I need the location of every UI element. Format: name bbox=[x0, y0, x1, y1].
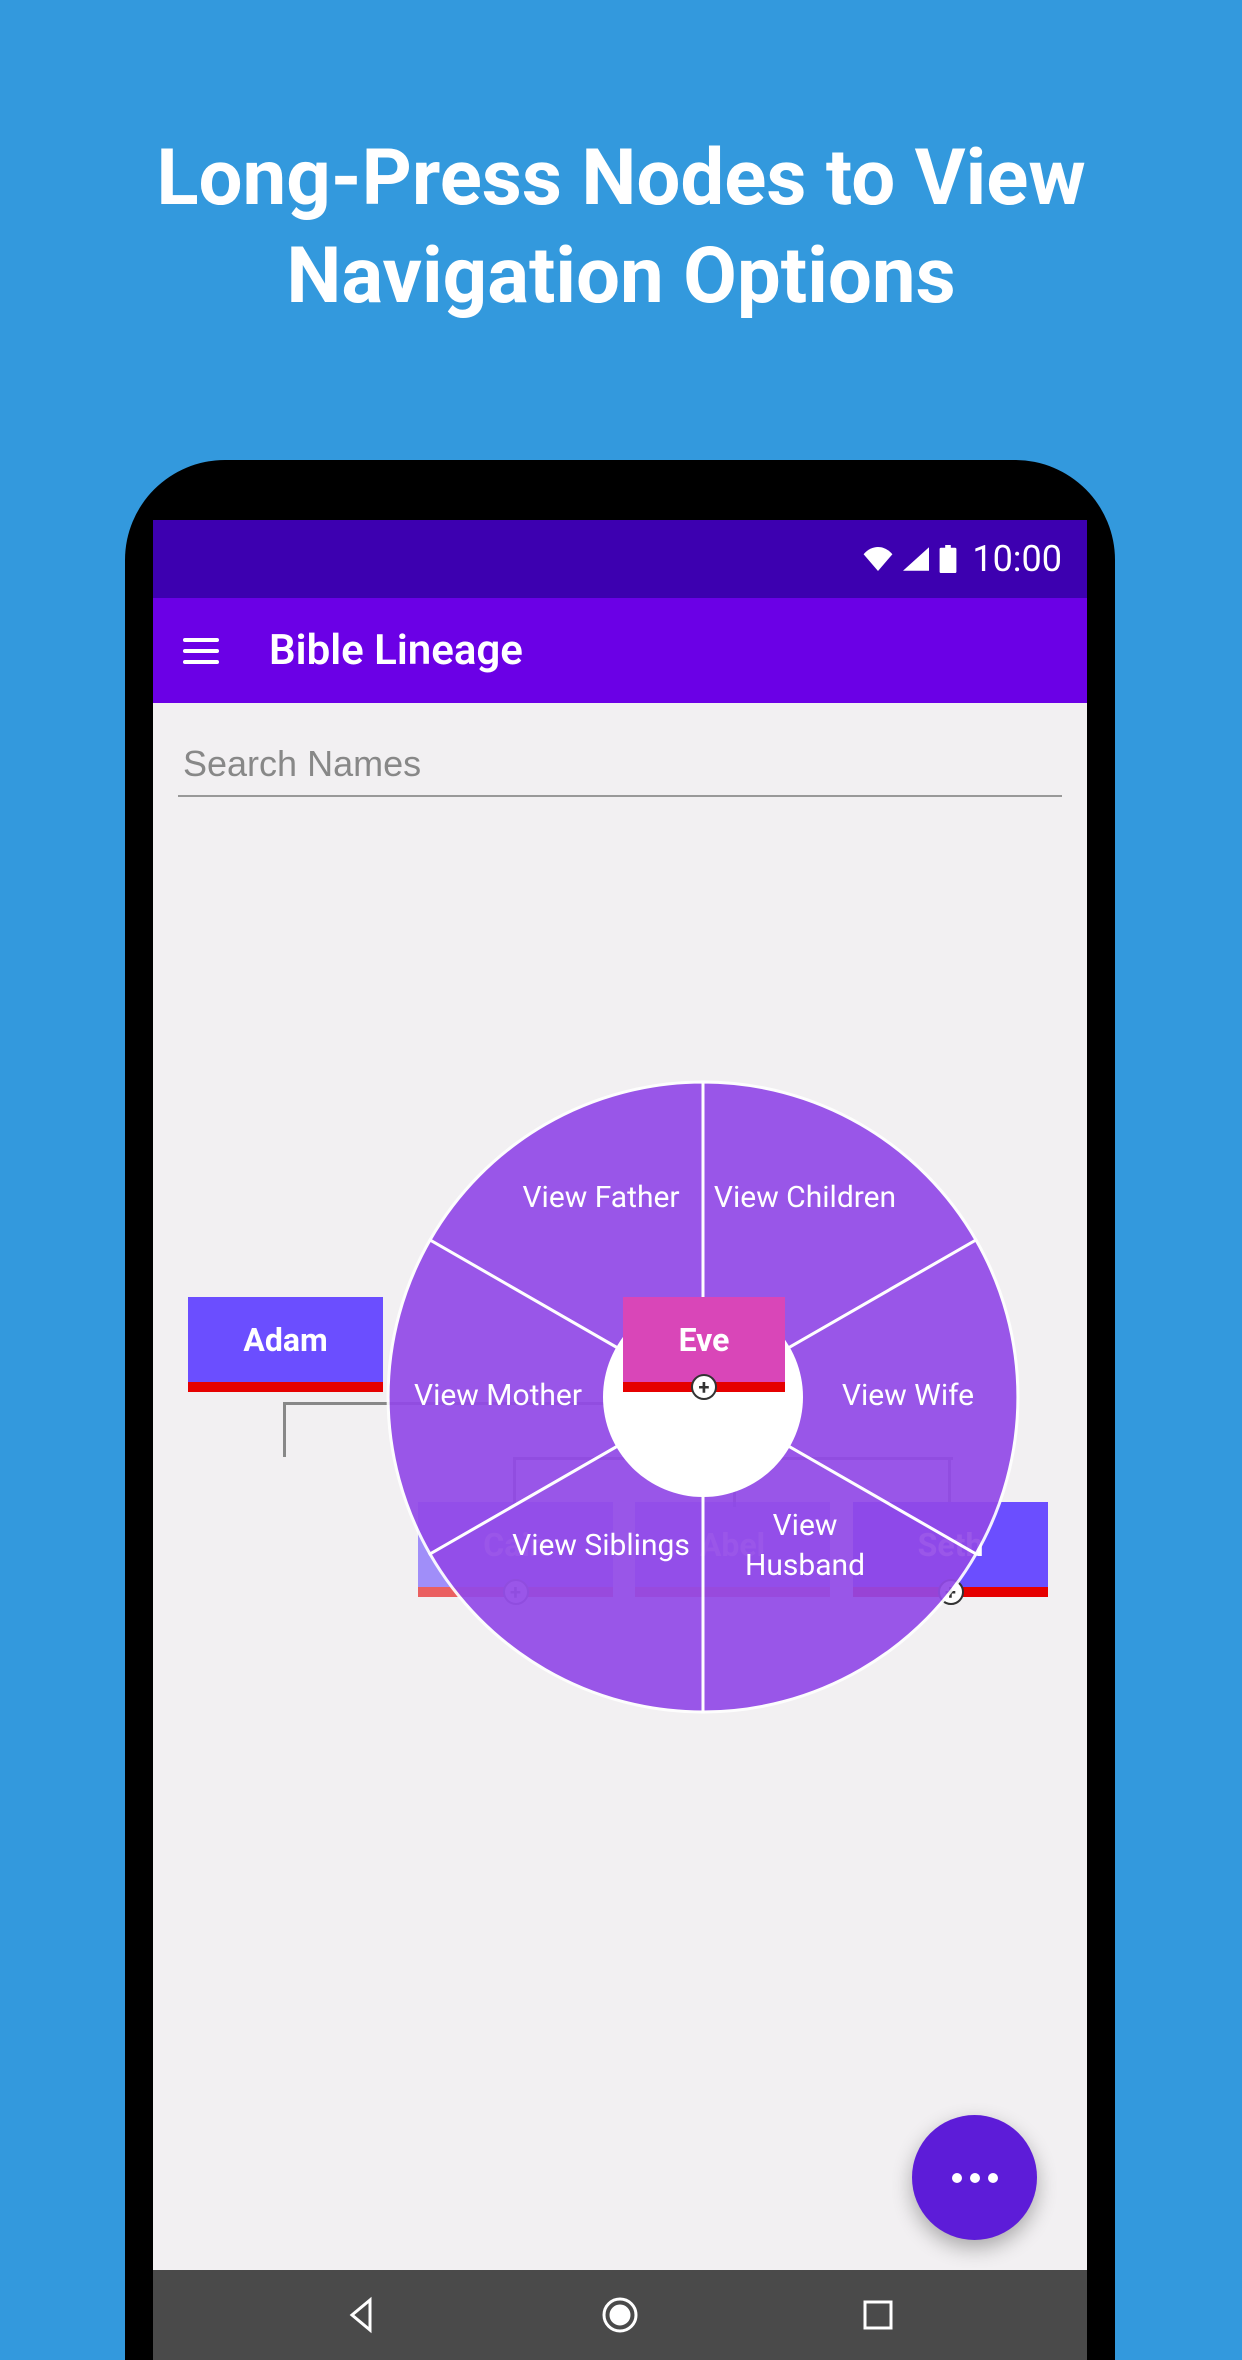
plus-icon[interactable]: + bbox=[691, 1374, 717, 1400]
node-label: Eve bbox=[679, 1321, 730, 1359]
radial-label: Husband bbox=[745, 1548, 865, 1583]
recent-button[interactable] bbox=[858, 2295, 898, 2335]
app-title: Bible Lineage bbox=[269, 626, 523, 675]
node-eve[interactable]: Eve + bbox=[623, 1297, 785, 1392]
signal-icon bbox=[903, 547, 929, 571]
node-adam[interactable]: Adam bbox=[188, 1297, 383, 1392]
phone-frame: 10:00 Bible Lineage Adam Cain + bbox=[125, 460, 1115, 2360]
back-button[interactable] bbox=[342, 2295, 382, 2335]
android-nav-bar bbox=[153, 2270, 1087, 2360]
menu-icon[interactable] bbox=[183, 638, 219, 664]
app-bar: Bible Lineage bbox=[153, 598, 1087, 703]
radial-label: View bbox=[773, 1508, 838, 1543]
promo-title: Long-Press Nodes to View Navigation Opti… bbox=[0, 0, 1242, 385]
phone-screen: 10:00 Bible Lineage Adam Cain + bbox=[153, 520, 1087, 2360]
search-input[interactable] bbox=[178, 723, 1062, 797]
radial-label: View Wife bbox=[842, 1378, 974, 1413]
radial-label: View Mother bbox=[414, 1378, 582, 1413]
radial-label: View Father bbox=[522, 1180, 679, 1215]
status-icons bbox=[863, 545, 957, 573]
status-time: 10:00 bbox=[972, 538, 1062, 580]
wifi-icon bbox=[863, 547, 893, 571]
fab-button[interactable] bbox=[912, 2115, 1037, 2240]
more-icon bbox=[952, 2173, 998, 2183]
radial-label: View Children bbox=[714, 1180, 896, 1215]
home-button[interactable] bbox=[600, 2295, 640, 2335]
battery-icon bbox=[939, 545, 957, 573]
diagram-area[interactable]: Adam Cain + Abel Seth + bbox=[153, 817, 1087, 2017]
status-bar: 10:00 bbox=[153, 520, 1087, 598]
radial-label: View Siblings bbox=[512, 1528, 690, 1563]
node-label: Adam bbox=[243, 1321, 327, 1359]
